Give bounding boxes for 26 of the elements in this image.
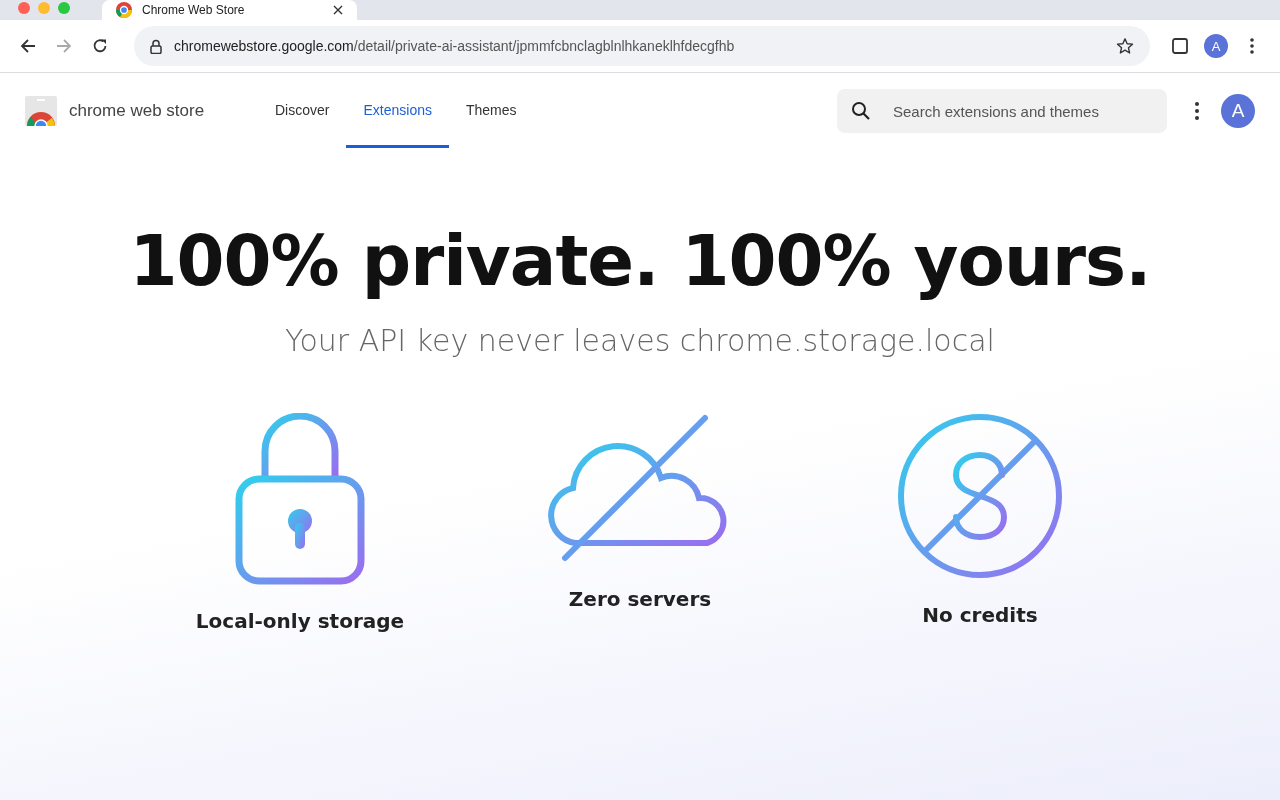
store-name[interactable]: chrome web store bbox=[69, 101, 205, 121]
search-field[interactable]: Search extensions and themes bbox=[891, 101, 1153, 121]
address-bar[interactable]: chromewebstore.google.com/detail/private-ai-assistant/jpmmfcbnclagblnlhkaneklhfdecgfhb bbox=[134, 26, 1150, 66]
dollar-crossed-out-icon bbox=[897, 413, 1063, 579]
browser-tab[interactable]: Chrome Web Store bbox=[102, 0, 357, 20]
search-bar[interactable]: Search extensions and themes bbox=[837, 89, 1167, 133]
profile-avatar[interactable]: A bbox=[1204, 34, 1228, 58]
url-text: chromewebstore.google.com/detail/private-ai-assistant/jpmmfcbnclagblnlhkaneklhfdecgfhb bbox=[174, 38, 736, 54]
feature-label: Local-only storage bbox=[195, 609, 405, 633]
account-avatar[interactable]: A bbox=[1221, 94, 1255, 128]
subtitle: Your API key never leaves chrome.storage.local bbox=[285, 323, 995, 358]
feature-label: Zero servers bbox=[568, 587, 712, 611]
search-icon bbox=[851, 101, 871, 121]
nav-tab[interactable]: Discover bbox=[258, 74, 347, 148]
padlock-icon bbox=[235, 413, 365, 585]
store-logo-icon[interactable] bbox=[25, 96, 57, 126]
nav-tab[interactable]: Themes bbox=[448, 74, 534, 148]
tab-title: Chrome Web Store bbox=[142, 3, 246, 17]
headline: 100% private. 100% yours. bbox=[129, 221, 1151, 301]
lock-icon bbox=[150, 38, 162, 54]
star-icon[interactable] bbox=[1116, 37, 1134, 55]
nav-tab[interactable]: Extensions bbox=[346, 74, 449, 148]
close-icon[interactable] bbox=[333, 5, 343, 15]
more-icon[interactable] bbox=[1195, 102, 1199, 120]
chrome-logo-icon bbox=[116, 2, 132, 18]
feature-label: No credits bbox=[922, 603, 1038, 627]
